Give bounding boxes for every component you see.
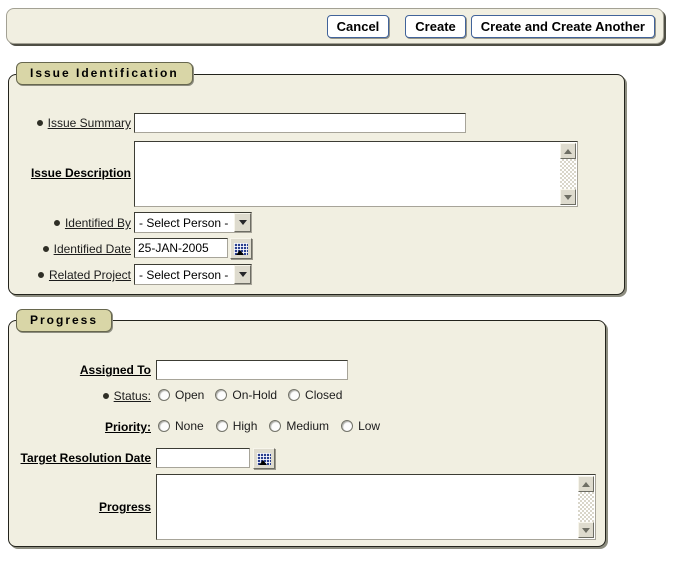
radio-icon[interactable] <box>215 389 227 401</box>
radio-icon[interactable] <box>341 420 353 432</box>
issue-summary-label[interactable]: Issue Summary <box>48 116 131 130</box>
required-bullet-icon <box>43 246 49 252</box>
region-title-issue-identification: Issue Identification <box>16 62 193 85</box>
toolbar: Cancel Create Create and Create Another <box>6 8 664 44</box>
progress-textarea[interactable] <box>156 474 596 540</box>
status-label-box: Status: <box>9 388 151 404</box>
status-radio-open[interactable]: Open <box>158 388 204 402</box>
create-and-create-another-button[interactable]: Create and Create Another <box>471 15 655 38</box>
identified-date-label-box: Identified Date <box>9 241 131 257</box>
cancel-button[interactable]: Cancel <box>327 15 390 38</box>
status-option-label: Closed <box>305 388 342 402</box>
chevron-down-icon[interactable] <box>234 213 251 232</box>
identified-by-label-box: Identified By <box>9 215 131 231</box>
assigned-to-label[interactable]: Assigned To <box>80 363 151 377</box>
related-project-selected-value: - Select Person - <box>139 268 228 282</box>
status-option-label: Open <box>175 388 204 402</box>
radio-icon[interactable] <box>288 389 300 401</box>
priority-option-label: None <box>175 419 204 433</box>
priority-label-box: Priority: <box>9 419 151 435</box>
issue-identification-region: Issue Summary Issue Description Identifi… <box>8 74 625 295</box>
status-option-label: On-Hold <box>232 388 277 402</box>
issue-description-textarea[interactable] <box>134 141 578 207</box>
arrow-up-icon[interactable] <box>560 143 576 159</box>
radio-icon[interactable] <box>269 420 281 432</box>
identified-date-label[interactable]: Identified Date <box>54 242 131 256</box>
progress-label-box: Progress <box>9 499 151 515</box>
calendar-icon <box>234 243 248 255</box>
target-resolution-date-label[interactable]: Target Resolution Date <box>21 451 151 465</box>
target-resolution-date-input[interactable] <box>156 448 250 468</box>
progress-label[interactable]: Progress <box>99 500 151 514</box>
calendar-icon <box>257 453 271 465</box>
status-label[interactable]: Status: <box>114 389 151 403</box>
priority-label[interactable]: Priority: <box>105 420 151 434</box>
issue-summary-label-box: Issue Summary <box>9 115 131 131</box>
radio-icon[interactable] <box>158 420 170 432</box>
assigned-to-input[interactable] <box>156 360 348 380</box>
region-title-progress: Progress <box>16 309 112 332</box>
priority-radio-medium[interactable]: Medium <box>269 419 329 433</box>
required-bullet-icon <box>37 120 43 126</box>
radio-icon[interactable] <box>216 420 228 432</box>
status-radio-on-hold[interactable]: On-Hold <box>215 388 277 402</box>
priority-option-label: High <box>233 419 258 433</box>
status-radio-group: Open On-Hold Closed <box>158 387 342 403</box>
priority-option-label: Low <box>358 419 380 433</box>
identified-by-selected-value: - Select Person - <box>139 216 228 230</box>
issue-description-label[interactable]: Issue Description <box>31 166 131 180</box>
priority-radio-group: None High Medium Low <box>158 418 380 434</box>
status-radio-closed[interactable]: Closed <box>288 388 342 402</box>
priority-radio-high[interactable]: High <box>216 419 258 433</box>
identified-date-input[interactable] <box>134 238 228 258</box>
arrow-down-icon[interactable] <box>560 189 576 205</box>
chevron-down-icon[interactable] <box>234 265 251 284</box>
related-project-select[interactable]: - Select Person - <box>134 264 252 285</box>
identified-by-label[interactable]: Identified By <box>65 216 131 230</box>
related-project-label-box: Related Project <box>9 267 131 283</box>
target-resolution-date-calendar-button[interactable] <box>253 448 275 469</box>
arrow-up-icon[interactable] <box>578 476 594 492</box>
related-project-label[interactable]: Related Project <box>49 268 131 282</box>
priority-option-label: Medium <box>286 419 329 433</box>
target-resolution-date-label-box: Target Resolution Date <box>9 450 151 466</box>
create-issue-page: Cancel Create Create and Create Another … <box>0 0 676 561</box>
identified-by-select[interactable]: - Select Person - <box>134 212 252 233</box>
issue-description-label-box: Issue Description <box>9 165 131 181</box>
required-bullet-icon <box>38 272 44 278</box>
priority-radio-none[interactable]: None <box>158 419 204 433</box>
priority-radio-low[interactable]: Low <box>341 419 380 433</box>
assigned-to-label-box: Assigned To <box>9 362 151 378</box>
required-bullet-icon <box>103 393 109 399</box>
create-button[interactable]: Create <box>405 15 465 38</box>
arrow-down-icon[interactable] <box>578 522 594 538</box>
issue-summary-input[interactable] <box>134 113 466 133</box>
scrollbar[interactable] <box>577 476 594 538</box>
required-bullet-icon <box>54 220 60 226</box>
radio-icon[interactable] <box>158 389 170 401</box>
progress-region: Assigned To Status: Open On-Hold Closed … <box>8 320 606 547</box>
scrollbar[interactable] <box>559 143 576 205</box>
identified-date-calendar-button[interactable] <box>230 238 252 259</box>
